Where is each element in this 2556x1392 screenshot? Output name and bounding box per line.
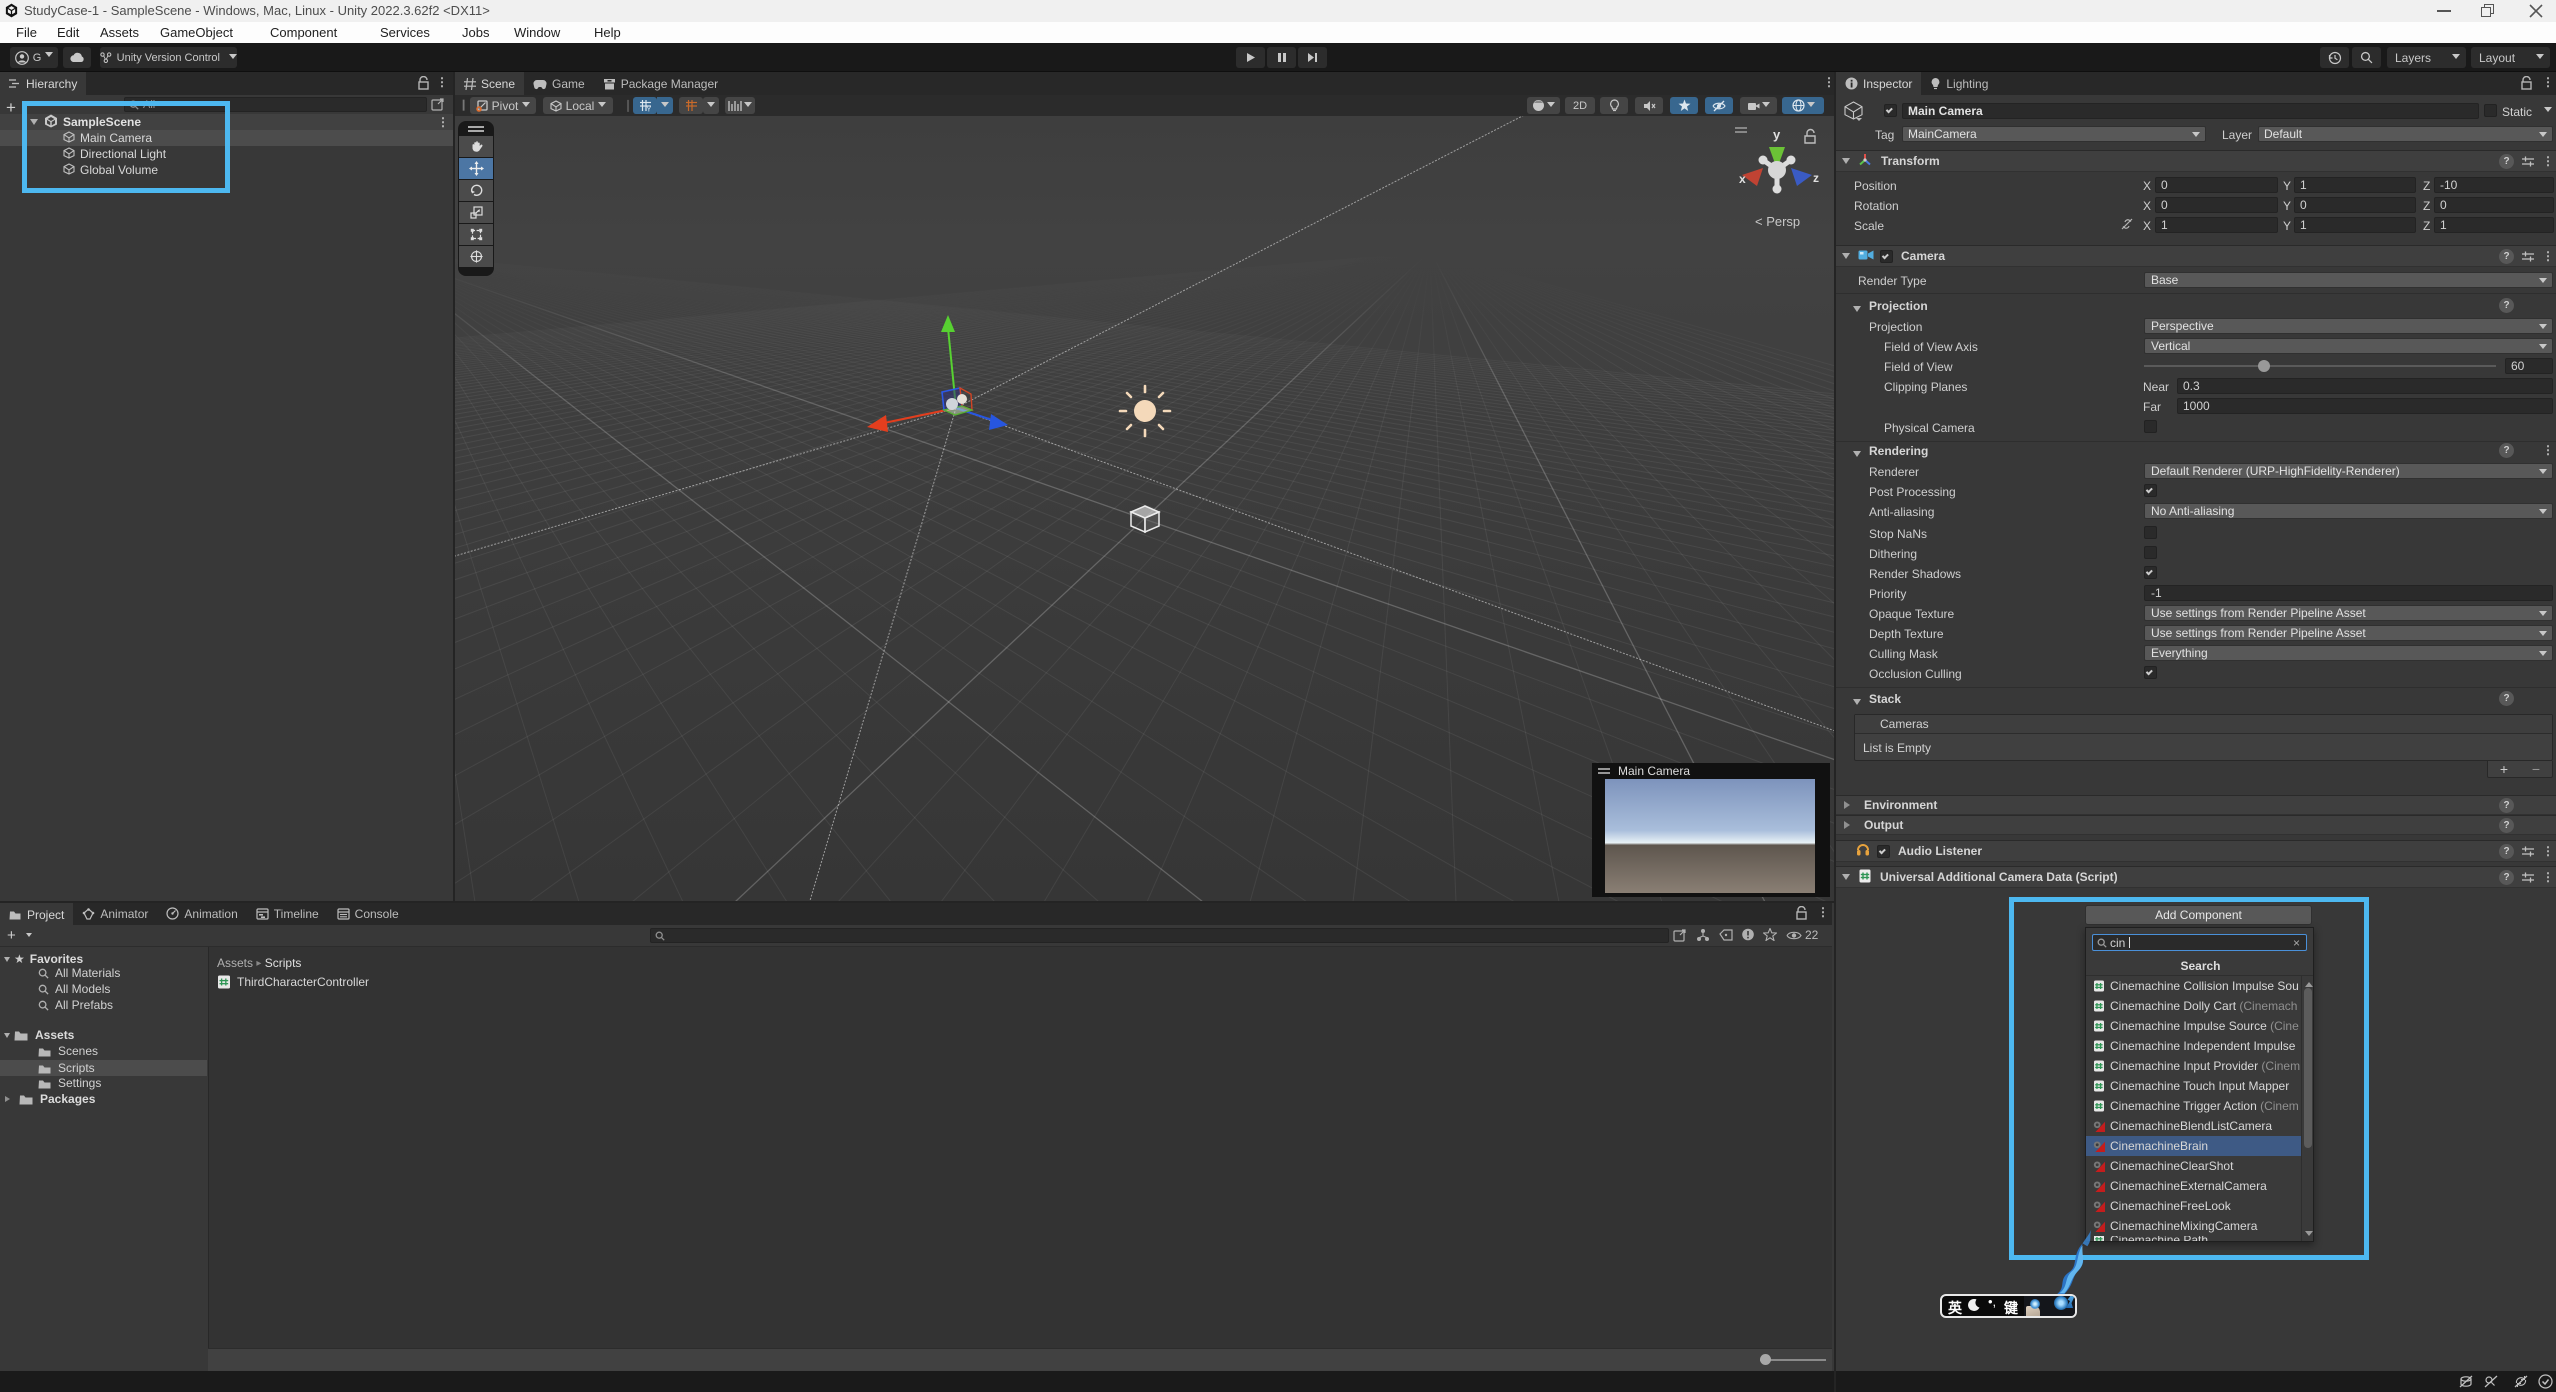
svg-text:z: z bbox=[1813, 171, 1819, 185]
svg-text:x: x bbox=[1739, 172, 1746, 186]
svg-text:< Persp: < Persp bbox=[1755, 214, 1800, 229]
svg-text:Main Camera: Main Camera bbox=[1618, 764, 1690, 778]
svg-text:Y: Y bbox=[646, 107, 651, 113]
svg-text:y: y bbox=[1773, 127, 1781, 142]
